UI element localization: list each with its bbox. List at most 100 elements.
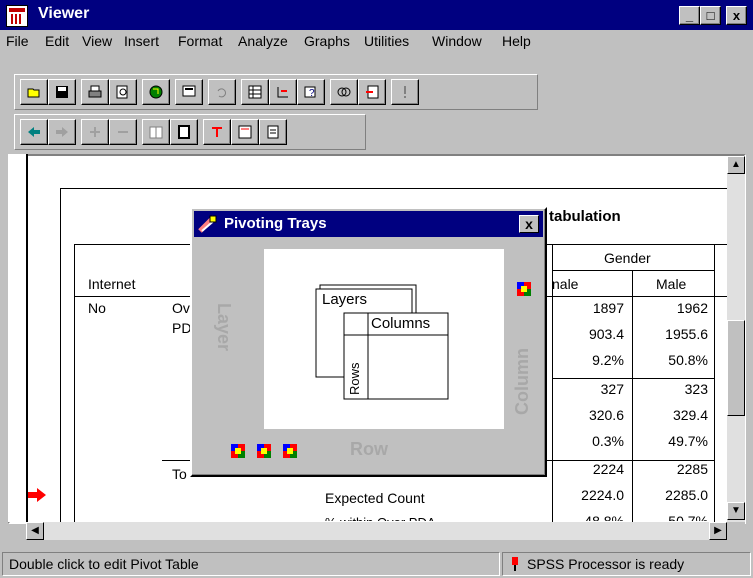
row-sub-label-2: PD bbox=[172, 320, 192, 336]
row-value-no: No bbox=[88, 300, 106, 316]
column-tray[interactable]: Column bbox=[506, 245, 542, 429]
demote-button[interactable] bbox=[48, 119, 76, 145]
maximize-button[interactable]: □ bbox=[700, 6, 721, 25]
insert-heading-button[interactable] bbox=[203, 119, 231, 145]
female-value-cell[interactable]: 2224.0 bbox=[554, 487, 624, 503]
expand-button[interactable] bbox=[81, 119, 109, 145]
undo-button[interactable] bbox=[208, 79, 236, 105]
print-button[interactable] bbox=[81, 79, 109, 105]
goto-case-button[interactable] bbox=[269, 79, 297, 105]
close-button[interactable]: x bbox=[726, 6, 747, 25]
female-value-cell[interactable]: 320.6 bbox=[554, 407, 624, 423]
pivot-trays-icon bbox=[198, 215, 217, 233]
male-value-cell[interactable]: 329.4 bbox=[638, 407, 708, 423]
horizontal-scrollbar[interactable]: ◀ ▶ bbox=[26, 522, 727, 540]
pivot-diagram bbox=[315, 284, 449, 400]
processor-status-panel: SPSS Processor is ready bbox=[502, 552, 751, 576]
dialog-recall-button[interactable] bbox=[175, 79, 203, 105]
goto-chart-button[interactable] bbox=[241, 79, 269, 105]
row-pivot-icon-2[interactable] bbox=[256, 443, 272, 459]
menu-view[interactable]: View bbox=[82, 33, 112, 49]
designate-window-button[interactable] bbox=[358, 79, 386, 105]
female-value-cell[interactable]: 9.2% bbox=[554, 352, 624, 368]
show-button[interactable] bbox=[142, 119, 170, 145]
column-tray-label: Column bbox=[512, 348, 532, 415]
scroll-left-button[interactable]: ◀ bbox=[26, 522, 44, 540]
undo-icon bbox=[217, 88, 226, 98]
variables-info-icon: ? bbox=[304, 86, 316, 99]
collapse-button[interactable] bbox=[109, 119, 137, 145]
row-sub-label-1: Ov bbox=[172, 300, 190, 316]
menu-help[interactable]: Help bbox=[502, 33, 531, 49]
use-sets-button[interactable] bbox=[330, 79, 358, 105]
female-value-cell[interactable]: 2224 bbox=[554, 461, 624, 477]
alert-button[interactable] bbox=[391, 79, 419, 105]
row-pivot-icon-3[interactable] bbox=[282, 443, 298, 459]
male-value-cell[interactable]: 2285.0 bbox=[638, 487, 708, 503]
dialog-title-bar[interactable]: Pivoting Trays x bbox=[194, 211, 543, 237]
minimize-button[interactable]: _ bbox=[679, 6, 700, 25]
female-value-cell[interactable]: 1897 bbox=[554, 300, 624, 316]
gender-header: Gender bbox=[604, 250, 651, 266]
menu-utilities[interactable]: Utilities bbox=[364, 33, 409, 49]
pivoting-trays-dialog[interactable]: Pivoting Trays x Layer Layers Columns Ro… bbox=[190, 207, 547, 477]
scroll-right-button[interactable]: ▶ bbox=[709, 522, 727, 540]
goto-case-icon bbox=[277, 87, 288, 98]
row-total-label: To bbox=[172, 466, 187, 482]
insert-title-button[interactable] bbox=[231, 119, 259, 145]
vertical-scroll-thumb[interactable] bbox=[727, 320, 745, 416]
row-tray[interactable]: Row bbox=[200, 431, 540, 471]
menu-edit[interactable]: Edit bbox=[45, 33, 69, 49]
female-column-header: nale bbox=[552, 276, 579, 292]
menu-analyze[interactable]: Analyze bbox=[238, 33, 288, 49]
male-value-cell[interactable]: 50.7% bbox=[638, 513, 708, 521]
gender-header-line bbox=[552, 270, 714, 271]
window-title-bar[interactable]: Viewer _ □ x bbox=[0, 0, 753, 30]
arrow-left-icon bbox=[28, 127, 40, 137]
save-button[interactable] bbox=[48, 79, 76, 105]
promote-button[interactable] bbox=[20, 119, 48, 145]
female-value-cell[interactable]: 903.4 bbox=[554, 326, 624, 342]
printer-icon bbox=[88, 85, 102, 98]
open-button[interactable] bbox=[20, 79, 48, 105]
menu-insert[interactable]: Insert bbox=[124, 33, 159, 49]
column-pivot-icon[interactable] bbox=[516, 281, 532, 297]
plus-icon bbox=[90, 127, 100, 137]
outline-pane-edge[interactable] bbox=[8, 154, 28, 522]
diagram-columns-label: Columns bbox=[371, 315, 431, 332]
dialog-recall-icon bbox=[182, 85, 196, 97]
female-value-cell[interactable]: 0.3% bbox=[554, 433, 624, 449]
globe-export-icon bbox=[149, 85, 163, 99]
insert-heading-icon bbox=[212, 127, 222, 137]
export-button[interactable] bbox=[142, 79, 170, 105]
male-value-cell[interactable]: 323 bbox=[638, 381, 708, 397]
processor-status: SPSS Processor is ready bbox=[527, 556, 685, 572]
variables-button[interactable]: ? bbox=[297, 79, 325, 105]
dialog-close-button[interactable]: x bbox=[519, 215, 539, 233]
layer-tray[interactable]: Layer bbox=[200, 245, 260, 429]
female-value-cell[interactable]: 48.8% bbox=[554, 513, 624, 521]
row-pivot-icon-1[interactable] bbox=[230, 443, 246, 459]
insert-text-button[interactable] bbox=[259, 119, 287, 145]
female-value-cell[interactable]: 327 bbox=[554, 381, 624, 397]
scroll-down-button[interactable]: ▼ bbox=[727, 502, 745, 520]
menu-file[interactable]: File bbox=[6, 33, 29, 49]
scroll-up-button[interactable]: ▲ bbox=[727, 156, 745, 174]
status-bar: Double click to edit Pivot Table SPSS Pr… bbox=[0, 548, 753, 578]
table-inner-left-line bbox=[74, 244, 75, 522]
menu-graphs[interactable]: Graphs bbox=[304, 33, 350, 49]
closed-book-icon bbox=[178, 125, 190, 139]
male-value-cell[interactable]: 1962 bbox=[638, 300, 708, 316]
male-value-cell[interactable]: 2285 bbox=[638, 461, 708, 477]
vertical-scrollbar[interactable]: ▲ ▼ bbox=[727, 156, 745, 522]
menu-window[interactable]: Window bbox=[432, 33, 482, 49]
menu-format[interactable]: Format bbox=[178, 33, 222, 49]
hide-button[interactable] bbox=[170, 119, 198, 145]
male-value-cell[interactable]: 49.7% bbox=[638, 433, 708, 449]
male-value-cell[interactable]: 50.8% bbox=[638, 352, 708, 368]
table-left-border bbox=[60, 188, 61, 522]
row-variable-label: Internet bbox=[88, 276, 136, 292]
male-value-cell[interactable]: 1955.6 bbox=[638, 326, 708, 342]
print-preview-button[interactable] bbox=[109, 79, 137, 105]
layer-tray-label: Layer bbox=[214, 303, 234, 352]
